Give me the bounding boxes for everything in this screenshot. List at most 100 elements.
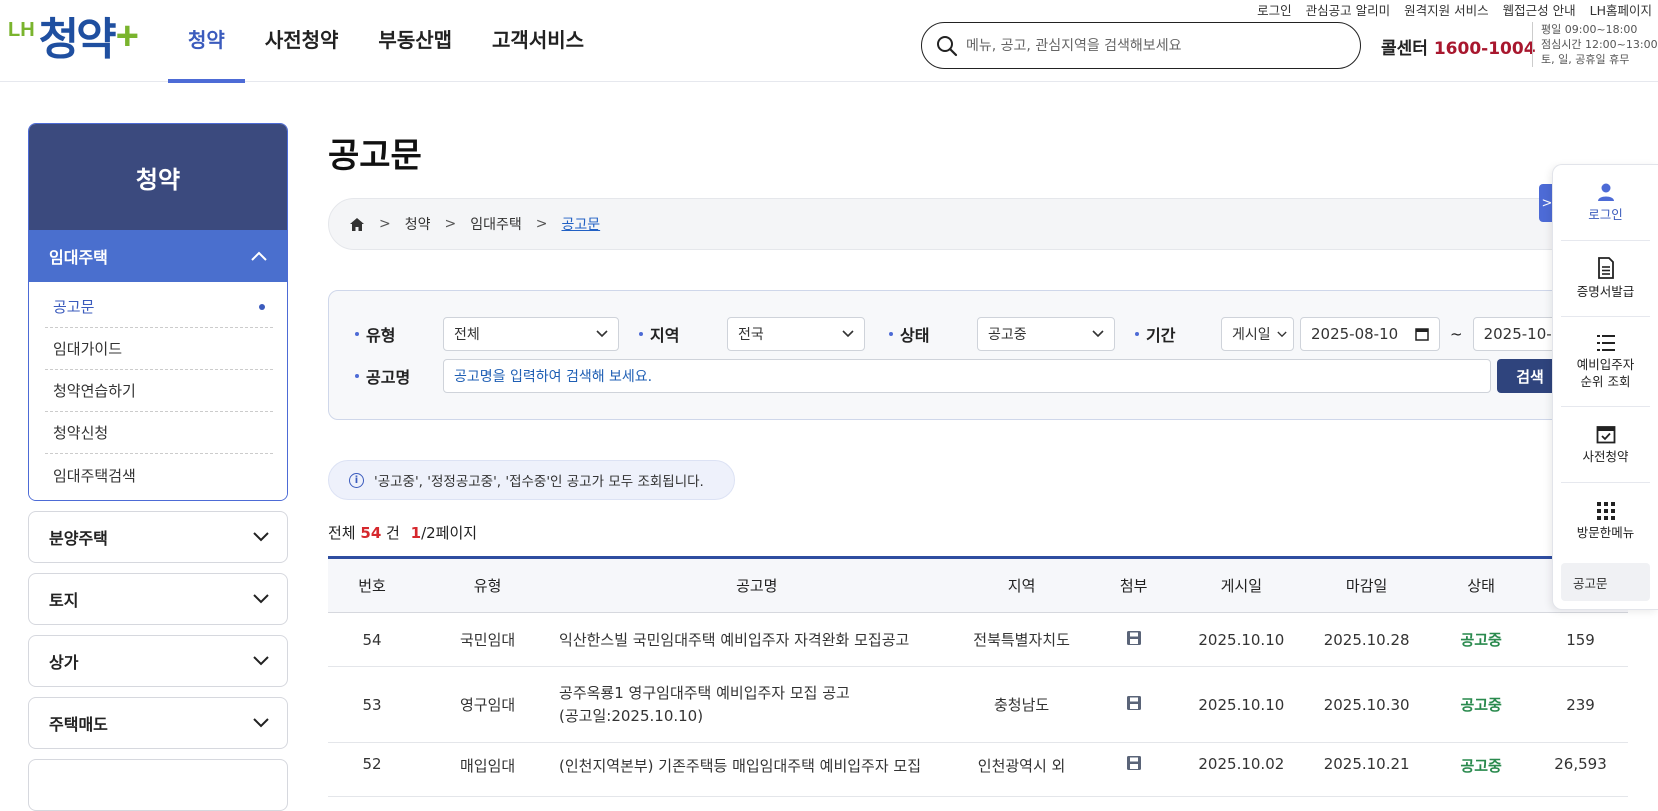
filter-status-select[interactable]: 공고중 bbox=[977, 317, 1115, 351]
breadcrumb-item[interactable]: 임대주택 bbox=[470, 214, 522, 234]
select-value: 전체 bbox=[454, 327, 480, 343]
home-icon[interactable] bbox=[349, 217, 365, 232]
lnb-section-house-sale[interactable]: 주택매도 bbox=[28, 697, 288, 749]
filter-date-from[interactable]: 2025-08-10 bbox=[1300, 317, 1440, 351]
filter-status-label: 상태 bbox=[889, 322, 977, 346]
list-icon bbox=[1596, 334, 1615, 351]
lnb-item-practice[interactable]: 청약연습하기 bbox=[45, 370, 273, 412]
search-icon[interactable] bbox=[936, 35, 958, 57]
lnb-section-sale[interactable]: 분양주택 bbox=[28, 511, 288, 563]
count-page-current: 1 bbox=[410, 524, 422, 542]
quick-visited-menu[interactable]: 방문한메뉴 bbox=[1561, 483, 1650, 559]
cell-attach[interactable] bbox=[1089, 630, 1179, 650]
lnb-title: 청약 bbox=[29, 124, 287, 230]
logo[interactable]: LH 청약 + bbox=[8, 12, 139, 64]
quick-certificate[interactable]: 증명서발급 bbox=[1561, 241, 1650, 317]
lnb-item-apply[interactable]: 청약신청 bbox=[45, 412, 273, 454]
utility-menu: 로그인 관심공고 알리미 원격지원 서비스 웹접근성 안내 LH홈페이지 bbox=[1257, 0, 1652, 19]
quick-label: 증명서발급 bbox=[1576, 284, 1635, 299]
recent-menu-item[interactable]: 공고문 bbox=[1561, 563, 1650, 601]
quick-label: 로그인 bbox=[1588, 207, 1623, 222]
quick-pre-subscription[interactable]: 사전청약 bbox=[1561, 407, 1650, 483]
calendar-icon[interactable] bbox=[1415, 327, 1429, 341]
active-dot-icon bbox=[259, 303, 265, 310]
breadcrumb-item[interactable]: 청약 bbox=[405, 214, 431, 234]
select-value: 게시일 bbox=[1232, 327, 1271, 343]
lnb-list: 공고문 임대가이드 청약연습하기 청약신청 임대주택검색 bbox=[29, 282, 287, 500]
save-file-icon[interactable] bbox=[1126, 695, 1142, 711]
chevron-down-icon bbox=[1092, 330, 1104, 338]
col-header-deadline: 마감일 bbox=[1345, 577, 1388, 595]
lnb-item-guide[interactable]: 임대가이드 bbox=[45, 328, 273, 370]
filter-period-type-select[interactable]: 게시일 bbox=[1221, 317, 1294, 351]
lnb-item-search[interactable]: 임대주택검색 bbox=[45, 454, 273, 496]
table-header: 번호 유형 공고명 지역 첨부 게시일 마감일 상태 bbox=[328, 559, 1628, 613]
logo-name: 청약 bbox=[38, 15, 117, 64]
table-row[interactable]: 52 매입임대 (인천지역본부) 기존주택등 매입임대주택 예비입주자 모집 인… bbox=[328, 743, 1628, 797]
chevron-right-icon: > bbox=[444, 216, 457, 232]
table-row[interactable]: 54 국민임대 익산한스빌 국민임대주택 예비입주자 자격완화 모집공고 전북특… bbox=[328, 613, 1628, 667]
lnb-section-store[interactable]: 상가 bbox=[28, 635, 288, 687]
filter-region-select[interactable]: 전국 bbox=[727, 317, 865, 351]
filter-period-label: 기간 bbox=[1135, 322, 1221, 346]
chevron-down-icon bbox=[253, 532, 269, 542]
save-file-icon[interactable] bbox=[1126, 630, 1142, 646]
cell-views: 159 bbox=[1566, 630, 1595, 649]
cell-posted: 2025.10.10 bbox=[1198, 630, 1285, 649]
cell-status: 공고중 bbox=[1460, 631, 1502, 649]
cell-attach[interactable] bbox=[1089, 755, 1179, 775]
cell-views: 26,593 bbox=[1554, 755, 1607, 773]
gnb-item-realestate-map[interactable]: 부동산맵 bbox=[358, 0, 472, 82]
cell-posted: 2025.10.10 bbox=[1198, 695, 1285, 714]
cell-deadline: 2025.10.28 bbox=[1323, 630, 1410, 649]
breadcrumb-current[interactable]: 공고문 bbox=[562, 214, 601, 234]
util-alert-link[interactable]: 관심공고 알리미 bbox=[1306, 0, 1390, 19]
filter-name-label: 공고명 bbox=[355, 364, 443, 388]
cell-no: 54 bbox=[362, 630, 382, 649]
cell-title[interactable]: 공주옥룡1 영구임대주택 예비입주자 모집 공고 (공고일:2025.10.10… bbox=[559, 682, 954, 728]
col-header-title: 공고명 bbox=[736, 577, 778, 595]
cell-region: 전북특별자치도 bbox=[973, 631, 1070, 649]
chevron-up-icon bbox=[251, 251, 267, 261]
gnb-item-subscription[interactable]: 청약 bbox=[168, 0, 245, 83]
cell-type: 국민임대 bbox=[459, 631, 516, 649]
util-lh-home-link[interactable]: LH홈페이지 bbox=[1590, 0, 1652, 19]
util-login-link[interactable]: 로그인 bbox=[1257, 0, 1292, 19]
lnb-section-next[interactable] bbox=[28, 759, 288, 811]
info-notice: i '공고중', '정정공고중', '접수중'인 공고가 모두 조회됩니다. bbox=[328, 460, 735, 500]
logo-plus: + bbox=[115, 14, 139, 58]
filter-row-2: 공고명 공고명을 입력하여 검색해 보세요. 검색 bbox=[355, 359, 1563, 393]
filter-name-input[interactable]: 공고명을 입력하여 검색해 보세요. bbox=[443, 359, 1491, 393]
util-remote-support-link[interactable]: 원격지원 서비스 bbox=[1404, 0, 1488, 19]
chevron-right-icon: > bbox=[379, 216, 391, 232]
search-filter: 유형 전체 지역 전국 상태 공고중 기간 게시일 2025-08-10 ~ 2… bbox=[328, 290, 1648, 420]
gnb-item-customer-service[interactable]: 고객서비스 bbox=[472, 0, 604, 82]
filter-type-select[interactable]: 전체 bbox=[443, 317, 619, 351]
global-search-input[interactable] bbox=[966, 37, 1326, 54]
hours-lunch: 점심시간 12:00~13:00 bbox=[1541, 38, 1658, 51]
select-value: 전국 bbox=[738, 327, 764, 343]
title-line-1: 익산한스빌 국민임대주택 예비입주자 자격완화 모집공고 bbox=[559, 631, 910, 649]
cell-no: 53 bbox=[362, 695, 382, 714]
col-header-no: 번호 bbox=[358, 577, 386, 595]
cell-status: 공고중 bbox=[1460, 696, 1502, 714]
result-count: 전체 54 건 1/2페이지 bbox=[328, 522, 477, 543]
cell-title[interactable]: 익산한스빌 국민임대주택 예비입주자 자격완화 모집공고 bbox=[559, 629, 954, 650]
col-header-attach: 첨부 bbox=[1119, 577, 1148, 595]
quick-waiting-rank[interactable]: 예비입주자 순위 조회 bbox=[1561, 317, 1650, 407]
save-file-icon[interactable] bbox=[1126, 755, 1142, 771]
util-accessibility-link[interactable]: 웹접근성 안내 bbox=[1503, 0, 1576, 19]
cell-attach[interactable] bbox=[1089, 695, 1179, 715]
chevron-right-icon: > bbox=[535, 216, 548, 232]
table-row[interactable]: 53 영구임대 공주옥룡1 영구임대주택 예비입주자 모집 공고 (공고일:20… bbox=[328, 667, 1628, 743]
quick-login[interactable]: 로그인 bbox=[1561, 165, 1650, 241]
lnb-section-land[interactable]: 토지 bbox=[28, 573, 288, 625]
lnb-section-rental[interactable]: 임대주택 bbox=[29, 230, 287, 282]
cell-posted: 2025.10.02 bbox=[1198, 755, 1285, 773]
lnb-item-notice[interactable]: 공고문 bbox=[45, 286, 273, 328]
gnb-item-pre-subscription[interactable]: 사전청약 bbox=[245, 0, 359, 82]
filter-row-1: 유형 전체 지역 전국 상태 공고중 기간 게시일 2025-08-10 ~ 2… bbox=[355, 317, 1573, 351]
filter-region-label: 지역 bbox=[639, 322, 727, 346]
quick-label: 사전청약 bbox=[1582, 449, 1629, 464]
lnb-section-label: 상가 bbox=[49, 653, 79, 672]
